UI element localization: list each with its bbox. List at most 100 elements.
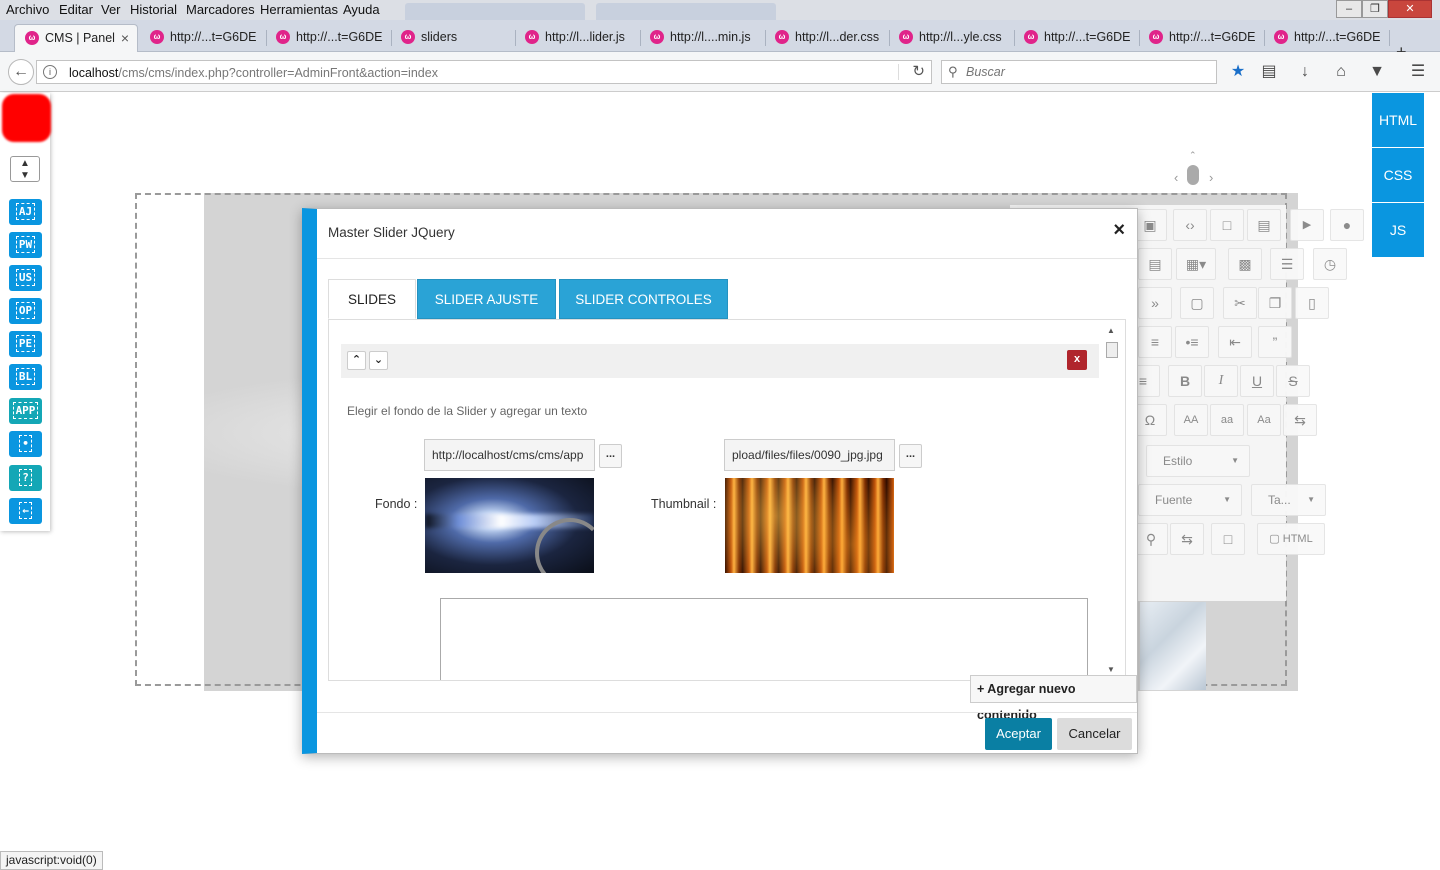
menu-ver[interactable]: Ver — [101, 2, 121, 17]
scrollbar[interactable]: ▲ ▼ — [1105, 326, 1119, 674]
unordered-list-icon[interactable]: •≡ — [1175, 326, 1209, 358]
replace-icon[interactable]: ⇆ — [1170, 523, 1204, 555]
thumbnail-url-field[interactable]: pload/files/files/0090_jpg.jpg — [724, 439, 895, 471]
menu-editar[interactable]: Editar — [59, 2, 93, 17]
pocket-icon[interactable]: ▼ — [1366, 61, 1388, 83]
sidebar-button-app[interactable]: APP — [9, 398, 42, 424]
html-panel-button[interactable]: HTML — [1372, 93, 1424, 147]
move-up-icon[interactable]: ⌃ — [347, 351, 366, 370]
restore-icon[interactable]: ❐ — [1362, 0, 1388, 18]
reading-list-icon[interactable]: ▤ — [1258, 61, 1280, 83]
sidebar-button-op[interactable]: OP — [9, 298, 42, 324]
info-icon[interactable]: i — [43, 65, 57, 79]
size-dropdown[interactable]: Ta... ▼ — [1251, 484, 1326, 516]
underline-icon[interactable]: U — [1240, 365, 1274, 397]
menu-archivo[interactable]: Archivo — [6, 2, 49, 17]
cut-icon[interactable]: ✂ — [1223, 287, 1257, 319]
hamburger-menu-icon[interactable]: ☰ — [1407, 61, 1429, 83]
home-icon[interactable]: ⌂ — [1330, 61, 1352, 83]
tab-item[interactable]: ω http://...t=G6DE — [266, 24, 390, 52]
tab-slider-ajuste[interactable]: SLIDER AJUSTE — [417, 279, 556, 319]
tab-item[interactable]: ω sliders — [391, 24, 515, 52]
sort-arrows-icon[interactable]: ▲ ▼ — [10, 156, 40, 182]
sidebar-button-pe[interactable]: PE — [9, 331, 42, 357]
slide-text-editor[interactable] — [440, 598, 1088, 680]
image-icon[interactable]: ▣ — [1133, 209, 1167, 241]
form-icon[interactable]: ▤ — [1138, 248, 1172, 280]
special-char-icon[interactable]: Ω — [1133, 404, 1167, 436]
tab-item[interactable]: ω http://l...der.css — [765, 24, 889, 52]
tab-slides[interactable]: SLIDES — [328, 279, 416, 319]
strikethrough-icon[interactable]: S — [1276, 365, 1310, 397]
table-icon[interactable]: ▦▾ — [1176, 248, 1216, 280]
sidebar-button-target[interactable]: • — [9, 431, 42, 457]
tab-item[interactable]: ω http://l...lider.js — [515, 24, 639, 52]
fondo-browse-button[interactable]: ... — [599, 444, 622, 468]
fondo-url-field[interactable]: http://localhost/cms/cms/app — [424, 439, 595, 471]
back-arrow-icon[interactable]: ← — [8, 59, 34, 85]
html-source-button[interactable]: ▢ HTML — [1257, 523, 1325, 555]
menu-historial[interactable]: Historial — [130, 2, 177, 17]
sidebar-button-aj[interactable]: AJ — [9, 199, 42, 225]
thumbnail-browse-button[interactable]: ... — [899, 444, 922, 468]
close-window-icon[interactable]: ✕ — [1388, 0, 1432, 18]
find-icon[interactable]: ⚲ — [1134, 523, 1168, 555]
blockquote-icon[interactable]: ” — [1258, 326, 1292, 358]
menu-ayuda[interactable]: Ayuda — [343, 2, 380, 17]
font-dropdown[interactable]: Fuente ▼ — [1138, 484, 1242, 516]
tab-item[interactable]: ω http://...t=G6DE — [1264, 24, 1388, 52]
indent-more-icon[interactable]: » — [1138, 287, 1172, 319]
italic-icon[interactable]: I — [1204, 365, 1238, 397]
add-content-button[interactable]: + Agregar nuevo contenido — [970, 675, 1137, 722]
capitalize-button[interactable]: Aa — [1247, 404, 1281, 436]
bold-icon[interactable]: B — [1168, 365, 1202, 397]
gallery-icon[interactable]: ▩ — [1228, 248, 1262, 280]
close-tab-icon[interactable]: × — [121, 25, 129, 51]
sidebar-button-back[interactable]: ← — [9, 498, 42, 524]
js-panel-button[interactable]: JS — [1372, 203, 1424, 257]
map-pin-icon[interactable]: ● — [1330, 209, 1364, 241]
sidebar-button-bl[interactable]: BL — [9, 364, 42, 390]
uppercase-button[interactable]: AA — [1174, 404, 1208, 436]
sidebar-button-pw[interactable]: PW — [9, 232, 42, 258]
cancel-button[interactable]: Cancelar — [1057, 718, 1132, 750]
translate-icon[interactable]: ⇆ — [1283, 404, 1317, 436]
move-down-icon[interactable]: ⌄ — [369, 351, 388, 370]
tab-slider-controles[interactable]: SLIDER CONTROLES — [559, 279, 728, 319]
fullscreen-icon[interactable]: □ — [1211, 523, 1245, 555]
bookmark-star-icon[interactable]: ★ — [1227, 61, 1249, 83]
outdent-icon[interactable]: ⇤ — [1218, 326, 1252, 358]
lowercase-button[interactable]: aa — [1210, 404, 1244, 436]
tab-item[interactable]: ω http://...t=G6DE — [1139, 24, 1263, 52]
minimize-icon[interactable]: – — [1336, 0, 1362, 18]
horizontal-rule-icon[interactable]: ☰ — [1270, 248, 1304, 280]
embed-code-icon[interactable]: □ — [1210, 209, 1244, 241]
iframe-icon[interactable]: ▤ — [1247, 209, 1281, 241]
remove-slide-button[interactable]: x — [1067, 350, 1087, 370]
code-block-icon[interactable]: ‹› — [1173, 209, 1207, 241]
tab-cms-panel[interactable]: ω CMS | Panel × — [14, 24, 138, 52]
tab-item[interactable]: ω http://l...yle.css — [889, 24, 1013, 52]
sidebar-button-help[interactable]: ? — [9, 465, 42, 491]
reload-icon[interactable]: ↻ — [912, 62, 925, 80]
ordered-list-icon[interactable]: ≡ — [1138, 326, 1172, 358]
document-icon[interactable]: ▢ — [1180, 287, 1214, 319]
close-icon[interactable]: × — [1113, 219, 1125, 242]
copy-icon[interactable]: ❐ — [1258, 287, 1292, 319]
url-bar[interactable]: i localhost/cms/cms/index.php?controller… — [36, 60, 932, 84]
menu-marcadores[interactable]: Marcadores — [186, 2, 255, 17]
search-input[interactable] — [966, 63, 1206, 81]
scroll-up-icon[interactable]: ▲ — [1107, 326, 1115, 335]
search-box[interactable]: ⚲ — [941, 60, 1217, 84]
menu-herramientas[interactable]: Herramientas — [260, 2, 338, 17]
accept-button[interactable]: Aceptar — [985, 718, 1052, 750]
paste-icon[interactable]: ▯ — [1295, 287, 1329, 319]
youtube-icon[interactable]: ▶ — [1290, 209, 1324, 241]
globe-icon[interactable]: ◷ — [1313, 248, 1347, 280]
css-panel-button[interactable]: CSS — [1372, 148, 1424, 202]
download-icon[interactable]: ↓ — [1294, 61, 1316, 83]
tab-item[interactable]: ω http://l....min.js — [640, 24, 764, 52]
tab-item[interactable]: ω http://...t=G6DE — [1014, 24, 1138, 52]
sidebar-button-us[interactable]: US — [9, 265, 42, 291]
scroll-thumb[interactable] — [1106, 342, 1118, 358]
